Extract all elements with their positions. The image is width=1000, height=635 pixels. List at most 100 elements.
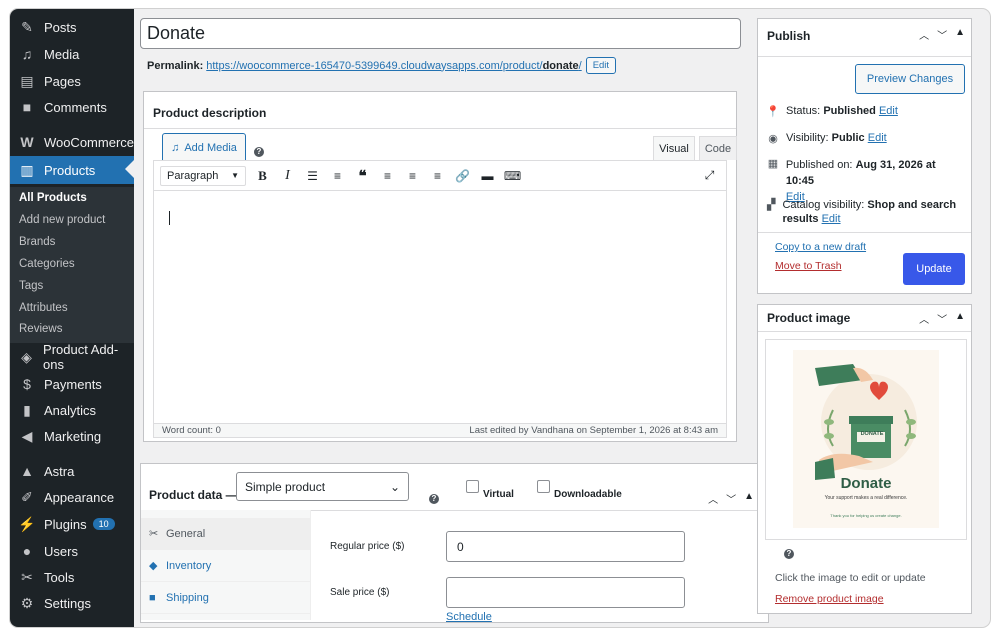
pages-icon: ▤ <box>20 72 34 89</box>
media-icon: ♫ <box>21 46 33 62</box>
read-more-icon[interactable]: ▬ <box>475 169 500 183</box>
move-to-trash-link[interactable]: Move to Trash <box>775 260 842 272</box>
sidebar-item-comments[interactable]: ■ Comments <box>10 94 134 120</box>
sidebar-item-marketing[interactable]: ◀ Marketing <box>10 423 134 449</box>
submenu-add-new-product[interactable]: Add new product <box>19 214 105 226</box>
collapse-icon[interactable]: ▲ <box>955 311 965 326</box>
format-select[interactable]: Paragraph ▼ <box>160 165 246 186</box>
align-center-icon[interactable]: ≡ <box>400 169 425 183</box>
media-icon: ♫ <box>171 142 180 154</box>
sidebar-item-analytics[interactable]: ▮ Analytics <box>10 397 134 423</box>
blockquote-icon[interactable]: ❝ <box>350 167 375 185</box>
submenu-all-products[interactable]: All Products <box>19 192 87 204</box>
submenu-brands[interactable]: Brands <box>19 236 55 248</box>
toolbar-toggle-icon[interactable]: ⌨ <box>500 169 525 183</box>
align-right-icon[interactable]: ≡ <box>425 169 450 183</box>
comments-icon: ■ <box>22 99 32 115</box>
sidebar-item-pages[interactable]: ▤ Pages <box>10 68 134 94</box>
tab-inventory[interactable]: ◆ Inventory <box>141 550 311 582</box>
post-title-input[interactable]: Donate <box>140 18 741 49</box>
donate-image-subtitle: Your support makes a real difference. <box>824 495 908 501</box>
downloadable-label: Downloadable <box>554 489 622 500</box>
payments-icon: $ <box>23 376 31 392</box>
sidebar-item-product-addons[interactable]: ◈ Product Add-ons <box>10 342 134 372</box>
tab-shipping[interactable]: ■ Shipping <box>141 582 311 614</box>
submenu-tags[interactable]: Tags <box>19 280 43 292</box>
product-type-select[interactable]: Simple product ⌄ <box>236 472 409 501</box>
sale-price-input[interactable] <box>446 577 685 608</box>
donate-image-heading: Donate <box>840 475 892 492</box>
product-description-title: Product description <box>153 106 267 120</box>
preview-changes-button[interactable]: Preview Changes <box>855 64 965 94</box>
status-edit-link[interactable]: Edit <box>879 105 898 117</box>
sidebar-item-products[interactable]: ▥ Products <box>10 156 134 184</box>
wrench-icon: ✂ <box>149 528 159 540</box>
sidebar-item-appearance[interactable]: ✐ Appearance <box>10 484 134 510</box>
catalog-edit-link[interactable]: Edit <box>822 213 841 225</box>
product-data-tabs: ✂ General ◆ Inventory ■ Shipping <box>141 510 311 620</box>
sidebar-item-astra[interactable]: ▲ Astra <box>10 458 134 484</box>
grid-icon: ▞ <box>766 199 776 211</box>
copy-draft-link[interactable]: Copy to a new draft <box>775 241 866 253</box>
move-up-icon[interactable]: ︿ <box>919 27 929 42</box>
text-cursor <box>169 211 170 225</box>
sidebar-item-tools[interactable]: ✂ Tools <box>10 564 134 590</box>
permalink-edit-button[interactable]: Edit <box>585 57 617 74</box>
sidebar-item-media[interactable]: ♫ Media <box>10 41 134 67</box>
downloadable-checkbox[interactable] <box>537 480 550 493</box>
eye-icon: ◉ <box>768 133 778 145</box>
sidebar-item-payments[interactable]: $ Payments <box>10 371 134 397</box>
move-down-icon[interactable]: ﹀ <box>726 491 736 506</box>
move-down-icon[interactable]: ﹀ <box>937 27 947 42</box>
fullscreen-icon[interactable]: ⤢ <box>697 168 722 183</box>
tab-code[interactable]: Code <box>699 136 737 160</box>
visibility-row: ◉ Visibility: Public Edit <box>765 132 887 145</box>
help-icon[interactable]: ? <box>784 544 794 559</box>
woocommerce-icon: W <box>20 134 34 150</box>
editor-toolbar: Paragraph ▼ B I ☰ ≡ ❝ ≡ ≡ ≡ 🔗 ▬ ⌨ ⤢ <box>153 160 727 191</box>
move-up-icon[interactable]: ︿ <box>919 311 929 326</box>
brush-icon: ✐ <box>21 488 33 505</box>
sidebar-item-woocommerce[interactable]: W WooCommerce <box>10 129 134 155</box>
link-icon[interactable]: 🔗 <box>450 169 475 183</box>
addons-icon: ◈ <box>21 348 32 365</box>
align-left-icon[interactable]: ≡ <box>375 169 400 183</box>
sidebar-item-plugins[interactable]: ⚡ Plugins 10 <box>10 511 134 537</box>
remove-product-image-link[interactable]: Remove product image <box>775 593 884 605</box>
sale-price-label: Sale price ($) <box>330 587 390 598</box>
italic-icon[interactable]: I <box>275 168 300 184</box>
user-icon: ● <box>22 543 32 559</box>
schedule-link[interactable]: Schedule <box>446 611 492 623</box>
sidebar-item-settings[interactable]: ⚙ Settings <box>10 590 134 616</box>
move-down-icon[interactable]: ﹀ <box>937 311 947 326</box>
bulleted-list-icon[interactable]: ☰ <box>300 169 325 183</box>
editor-status-bar: Word count: 0 Last edited by Vandhana on… <box>153 423 727 438</box>
sidebar-item-users[interactable]: ● Users <box>10 538 134 564</box>
submenu-categories[interactable]: Categories <box>19 258 75 270</box>
permalink-link[interactable]: https://woocommerce-165470-5399649.cloud… <box>206 60 581 72</box>
visibility-edit-link[interactable]: Edit <box>868 132 887 144</box>
chevron-down-icon: ▼ <box>231 171 239 180</box>
pin-icon: ✎ <box>21 18 33 35</box>
move-up-icon[interactable]: ︿ <box>708 491 718 506</box>
update-button[interactable]: Update <box>903 253 965 285</box>
regular-price-input[interactable]: 0 <box>446 531 685 562</box>
submenu-attributes[interactable]: Attributes <box>19 302 68 314</box>
sidebar-item-posts[interactable]: ✎ Posts <box>10 14 134 40</box>
word-count: Word count: 0 <box>162 425 221 436</box>
tab-visual[interactable]: Visual <box>653 136 695 160</box>
help-icon[interactable]: ? <box>429 489 439 504</box>
virtual-checkbox[interactable] <box>466 480 479 493</box>
products-icon: ▥ <box>20 161 34 178</box>
help-icon[interactable]: ? <box>254 142 264 157</box>
editor-content-area[interactable] <box>153 191 727 423</box>
collapse-icon[interactable]: ▲ <box>744 491 754 506</box>
numbered-list-icon[interactable]: ≡ <box>325 169 350 183</box>
permalink: Permalink: https://woocommerce-165470-53… <box>147 57 617 74</box>
collapse-icon[interactable]: ▲ <box>955 27 965 42</box>
add-media-button[interactable]: ♫ Add Media <box>162 133 246 163</box>
tab-general[interactable]: ✂ General <box>141 518 311 550</box>
catalog-visibility-row: ▞ Catalog visibility: Shop and search res… <box>766 199 957 225</box>
submenu-reviews[interactable]: Reviews <box>19 323 62 335</box>
bold-icon[interactable]: B <box>250 168 275 184</box>
